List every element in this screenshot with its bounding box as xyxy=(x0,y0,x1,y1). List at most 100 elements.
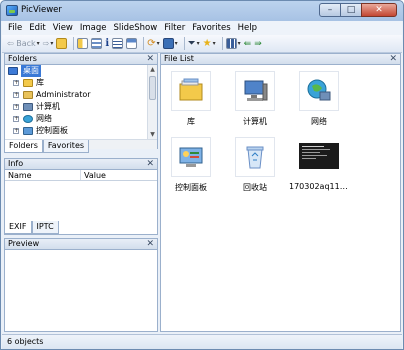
thumbnails-button[interactable] xyxy=(91,37,103,51)
app-logo-icon xyxy=(6,5,18,16)
menu-image[interactable]: Image xyxy=(80,21,107,35)
expand-icon[interactable]: + xyxy=(13,104,19,110)
user-folder-icon xyxy=(23,91,33,99)
file-item-control-panel[interactable]: 控制面板 xyxy=(161,137,221,193)
forward-button[interactable]: ⇨ xyxy=(43,37,54,51)
expand-icon[interactable]: + xyxy=(13,92,19,98)
close-icon[interactable]: ✕ xyxy=(146,159,154,169)
tree-item-desktop[interactable]: 桌面 xyxy=(5,65,147,77)
favorites-button[interactable]: ★ xyxy=(203,37,216,51)
minimize-button[interactable]: – xyxy=(319,3,341,17)
expand-icon[interactable]: + xyxy=(13,80,19,86)
menu-favorites[interactable]: Favorites xyxy=(192,21,230,35)
close-icon[interactable]: ✕ xyxy=(146,239,154,249)
maximize-button[interactable]: □ xyxy=(340,3,362,17)
window-title: PicViewer xyxy=(21,5,62,15)
expand-icon[interactable]: + xyxy=(13,116,19,122)
menu-bar: File Edit View Image SlideShow Filter Fa… xyxy=(2,21,402,35)
info-pane-header: Info ✕ xyxy=(5,159,157,170)
menu-edit[interactable]: Edit xyxy=(29,21,45,35)
expand-icon[interactable]: + xyxy=(13,128,19,134)
file-item-recycle-bin[interactable]: 回收站 xyxy=(225,137,285,193)
column-header-name[interactable]: Name xyxy=(5,170,81,180)
preview-pane: Preview ✕ xyxy=(4,238,158,332)
column-header-value[interactable]: Value xyxy=(81,170,157,180)
file-thumbnail xyxy=(235,137,275,177)
back-button[interactable]: ⇦ Back xyxy=(7,37,40,51)
file-list-title: File List xyxy=(164,54,194,63)
close-icon[interactable]: ✕ xyxy=(146,54,154,64)
file-item-image[interactable]: 170302aq11677... xyxy=(289,137,349,193)
image-thumbnail xyxy=(299,143,339,169)
back-label: Back xyxy=(16,39,36,48)
details-view-button[interactable] xyxy=(112,37,124,51)
file-list-pane: File List ✕ 库 计算机 网络 控制面板 回收站 170302aq11… xyxy=(160,53,401,332)
folders-pane-icon xyxy=(77,38,89,49)
info-button[interactable]: i xyxy=(105,37,109,51)
file-item-label: 控制面板 xyxy=(175,183,207,192)
tab-folders[interactable]: Folders xyxy=(4,140,43,153)
preview-pane-button[interactable] xyxy=(126,37,138,51)
info-pane-title: Info xyxy=(8,159,24,168)
tree-item-administrator[interactable]: + Administrator xyxy=(5,89,147,101)
network-icon xyxy=(23,115,33,123)
details-view-icon xyxy=(112,38,124,49)
tab-favorites[interactable]: Favorites xyxy=(42,140,90,153)
tab-iptc[interactable]: IPTC xyxy=(31,221,59,234)
file-list-header: File List ✕ xyxy=(161,54,400,65)
tree-item-label: 库 xyxy=(36,78,44,87)
view-mode-icon xyxy=(225,38,237,49)
tree-item-label: 计算机 xyxy=(36,102,60,111)
view-mode-button[interactable] xyxy=(225,37,241,51)
menu-file[interactable]: File xyxy=(8,21,22,35)
file-item-computer[interactable]: 计算机 xyxy=(225,71,285,127)
tree-item-network[interactable]: + 网络 xyxy=(5,113,147,125)
menu-help[interactable]: Help xyxy=(238,21,257,35)
file-item-network[interactable]: 网络 xyxy=(289,71,349,127)
move-to-button[interactable]: ⇛ xyxy=(254,37,262,51)
tree-item-computer[interactable]: + 计算机 xyxy=(5,101,147,113)
menu-slideshow[interactable]: SlideShow xyxy=(114,21,158,35)
back-arrow-icon: ⇦ xyxy=(7,39,14,48)
tree-item-control-panel[interactable]: + 控制面板 xyxy=(5,125,147,137)
info-table-header: Name Value xyxy=(5,170,157,181)
tab-exif[interactable]: EXIF xyxy=(4,221,32,234)
menu-filter[interactable]: Filter xyxy=(164,21,185,35)
info-tabs: EXIF IPTC xyxy=(4,221,59,234)
window-controls: – □ ✕ xyxy=(319,3,397,17)
preview-pane-title: Preview xyxy=(8,239,40,248)
toolbar-separator xyxy=(183,37,185,50)
folder-tree-scrollbar[interactable]: ▲ ▼ xyxy=(147,65,157,139)
preview-pane-header: Preview ✕ xyxy=(5,239,157,250)
copy-to-button[interactable]: ⇚ xyxy=(244,37,252,51)
title-bar: PicViewer – □ ✕ xyxy=(1,1,403,21)
scroll-up-icon[interactable]: ▲ xyxy=(148,65,157,74)
tree-item-library[interactable]: + 库 xyxy=(5,77,147,89)
forward-arrow-icon: ⇨ xyxy=(42,39,50,48)
folder-up-button[interactable] xyxy=(56,37,68,51)
info-icon: i xyxy=(105,38,110,49)
file-item-label: 计算机 xyxy=(243,117,267,126)
desktop-icon xyxy=(8,67,18,75)
control-panel-icon xyxy=(179,147,203,167)
star-icon: ★ xyxy=(202,38,212,49)
file-item-library[interactable]: 库 xyxy=(161,71,221,127)
library-icon xyxy=(179,78,203,101)
close-icon[interactable]: ✕ xyxy=(389,54,397,64)
tree-item-label: Administrator xyxy=(36,90,91,99)
menu-view[interactable]: View xyxy=(53,21,73,35)
folders-pane-button[interactable] xyxy=(77,37,89,51)
file-thumbnail xyxy=(299,71,339,111)
rotate-button[interactable]: ⟳ xyxy=(147,37,159,51)
file-thumbnail xyxy=(299,137,339,177)
filter-button[interactable]: ⏷ xyxy=(188,37,200,51)
app-window: PicViewer – □ ✕ File Edit View Image Sli… xyxy=(0,0,404,350)
scroll-down-icon[interactable]: ▼ xyxy=(148,130,157,139)
tree-item-label: 桌面 xyxy=(21,65,41,77)
slideshow-button[interactable] xyxy=(162,37,178,51)
file-item-label: 回收站 xyxy=(243,183,267,192)
folders-pane: Folders ✕ 桌面 + 库 + Administrator + 计算机 +… xyxy=(4,53,158,149)
close-button[interactable]: ✕ xyxy=(361,3,397,17)
scrollbar-thumb[interactable] xyxy=(149,76,156,100)
file-item-label: 库 xyxy=(187,117,195,126)
